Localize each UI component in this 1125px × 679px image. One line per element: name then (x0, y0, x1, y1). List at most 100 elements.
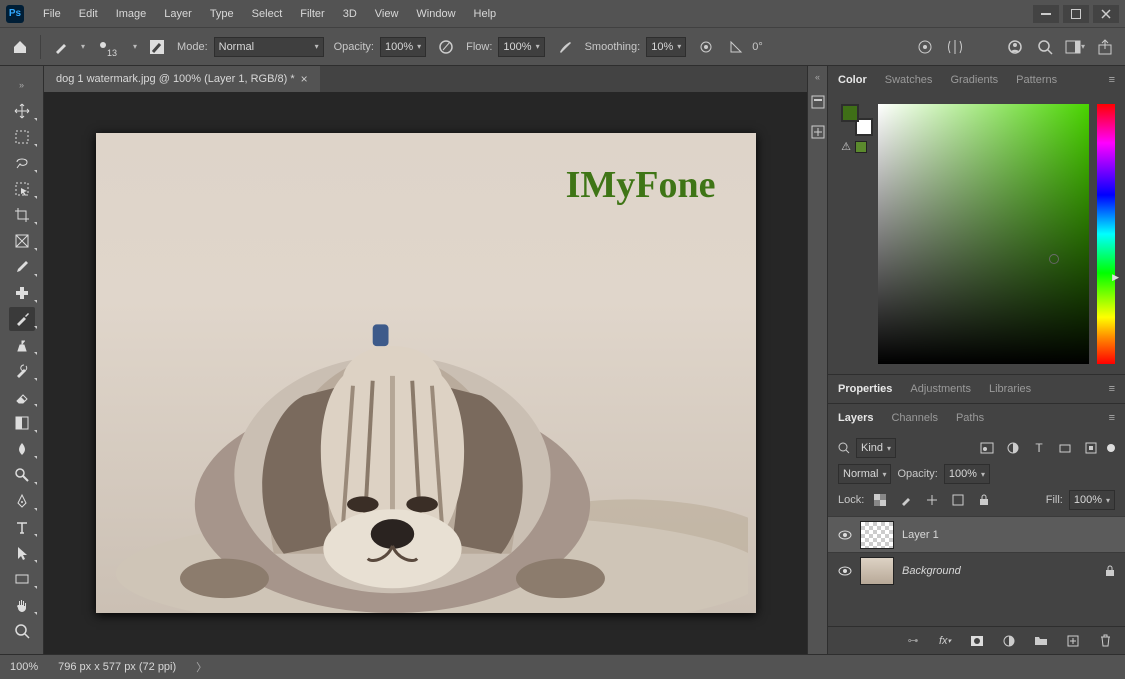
layer-row[interactable]: Background (828, 552, 1125, 588)
filter-pixel-icon[interactable] (977, 438, 997, 458)
lock-artboard-icon[interactable] (948, 490, 968, 510)
menu-select[interactable]: Select (243, 0, 292, 27)
layer-row[interactable]: Layer 1 (828, 516, 1125, 552)
lock-all-icon[interactable] (974, 490, 994, 510)
menu-3d[interactable]: 3D (334, 0, 366, 27)
workspace-icon[interactable]: ▾ (1065, 37, 1085, 57)
menu-file[interactable]: File (34, 0, 70, 27)
filter-shape-icon[interactable] (1055, 438, 1075, 458)
lock-icon[interactable] (1105, 565, 1115, 577)
object-select-tool[interactable] (9, 177, 35, 201)
pressure-opacity-icon[interactable] (436, 37, 456, 57)
menu-window[interactable]: Window (407, 0, 464, 27)
frame-tool[interactable] (9, 229, 35, 253)
zoom-tool[interactable] (9, 619, 35, 643)
brush-panel-toggle-icon[interactable] (147, 37, 167, 57)
rail-icon-1[interactable] (808, 92, 828, 112)
chevron-down-icon[interactable]: ▾ (81, 42, 85, 51)
link-layers-icon[interactable]: ⊶ (903, 631, 923, 651)
path-select-tool[interactable] (9, 541, 35, 565)
cloud-docs-icon[interactable] (1005, 37, 1025, 57)
zoom-level[interactable]: 100% (10, 661, 38, 673)
opacity-input[interactable]: 100%▾ (380, 37, 426, 57)
dodge-tool[interactable] (9, 463, 35, 487)
smoothing-options-icon[interactable] (696, 37, 716, 57)
filter-toggle[interactable] (1107, 444, 1115, 452)
tab-patterns[interactable]: Patterns (1016, 74, 1057, 86)
visibility-icon[interactable] (838, 566, 852, 576)
lock-position-icon[interactable] (922, 490, 942, 510)
menu-type[interactable]: Type (201, 0, 243, 27)
blend-mode-select[interactable]: Normal▾ (214, 37, 324, 57)
panel-menu-icon[interactable]: ≡ (1109, 74, 1115, 86)
tab-layers[interactable]: Layers (838, 412, 873, 424)
layer-mask-icon[interactable] (967, 631, 987, 651)
search-icon[interactable] (1035, 37, 1055, 57)
filter-type-icon[interactable]: T (1029, 438, 1049, 458)
tab-paths[interactable]: Paths (956, 412, 984, 424)
document-tab[interactable]: dog 1 watermark.jpg @ 100% (Layer 1, RGB… (44, 66, 320, 92)
tab-adjustments[interactable]: Adjustments (910, 383, 971, 395)
layer-blend-mode-select[interactable]: Normal▾ (838, 464, 891, 484)
panel-menu-icon[interactable]: ≡ (1109, 383, 1115, 395)
angle-icon[interactable] (726, 37, 746, 57)
share-icon[interactable] (1095, 37, 1115, 57)
eyedropper-tool[interactable] (9, 255, 35, 279)
lasso-tool[interactable] (9, 151, 35, 175)
eraser-tool[interactable] (9, 385, 35, 409)
layer-filter-select[interactable]: Kind▾ (856, 438, 896, 458)
tab-swatches[interactable]: Swatches (885, 74, 933, 86)
fg-bg-swatch[interactable] (841, 104, 867, 130)
filter-adjust-icon[interactable] (1003, 438, 1023, 458)
type-tool[interactable] (9, 515, 35, 539)
canvas[interactable]: IMyFone (96, 133, 756, 613)
layer-style-icon[interactable]: fx▾ (935, 631, 955, 651)
layer-opacity-input[interactable]: 100%▾ (944, 464, 990, 484)
adjustment-layer-icon[interactable] (999, 631, 1019, 651)
marquee-tool[interactable] (9, 125, 35, 149)
minimize-button[interactable] (1033, 5, 1059, 23)
brush-preset[interactable]: 13 ▾ (95, 39, 137, 55)
hue-indicator-icon[interactable]: ▶ (1112, 272, 1119, 283)
menu-edit[interactable]: Edit (70, 0, 107, 27)
rectangle-tool[interactable] (9, 567, 35, 591)
hue-slider[interactable] (1097, 104, 1115, 364)
layer-name[interactable]: Background (902, 565, 961, 577)
color-field[interactable] (878, 104, 1089, 364)
move-tool[interactable] (9, 99, 35, 123)
tab-color[interactable]: Color (838, 74, 867, 86)
delete-layer-icon[interactable] (1095, 631, 1115, 651)
layer-thumbnail[interactable] (860, 557, 894, 585)
new-group-icon[interactable] (1031, 631, 1051, 651)
status-flyout-icon[interactable]: 〉 (196, 659, 207, 675)
history-brush-tool[interactable] (9, 359, 35, 383)
hand-tool[interactable] (9, 593, 35, 617)
new-layer-icon[interactable] (1063, 631, 1083, 651)
foreground-color-swatch[interactable] (841, 104, 859, 122)
clone-stamp-tool[interactable] (9, 333, 35, 357)
blur-tool[interactable] (9, 437, 35, 461)
menu-image[interactable]: Image (107, 0, 156, 27)
rail-collapse-icon[interactable]: « (815, 72, 820, 82)
flow-input[interactable]: 100%▾ (498, 37, 544, 57)
visibility-icon[interactable] (838, 530, 852, 540)
tab-gradients[interactable]: Gradients (950, 74, 998, 86)
close-icon[interactable]: × (301, 72, 308, 86)
menu-help[interactable]: Help (465, 0, 506, 27)
panel-menu-icon[interactable]: ≡ (1109, 412, 1115, 424)
filter-smart-icon[interactable] (1081, 438, 1101, 458)
smoothing-input[interactable]: 10%▾ (646, 37, 686, 57)
menu-filter[interactable]: Filter (291, 0, 333, 27)
pressure-size-icon[interactable] (915, 37, 935, 57)
pen-tool[interactable] (9, 489, 35, 513)
document-info[interactable]: 796 px x 577 px (72 ppi) (58, 661, 176, 673)
airbrush-icon[interactable] (555, 37, 575, 57)
closest-color-swatch[interactable] (855, 141, 867, 153)
close-button[interactable] (1093, 5, 1119, 23)
symmetry-icon[interactable] (945, 37, 965, 57)
healing-brush-tool[interactable] (9, 281, 35, 305)
layer-fill-input[interactable]: 100%▾ (1069, 490, 1115, 510)
lock-transparency-icon[interactable] (870, 490, 890, 510)
menu-view[interactable]: View (366, 0, 408, 27)
lock-pixels-icon[interactable] (896, 490, 916, 510)
